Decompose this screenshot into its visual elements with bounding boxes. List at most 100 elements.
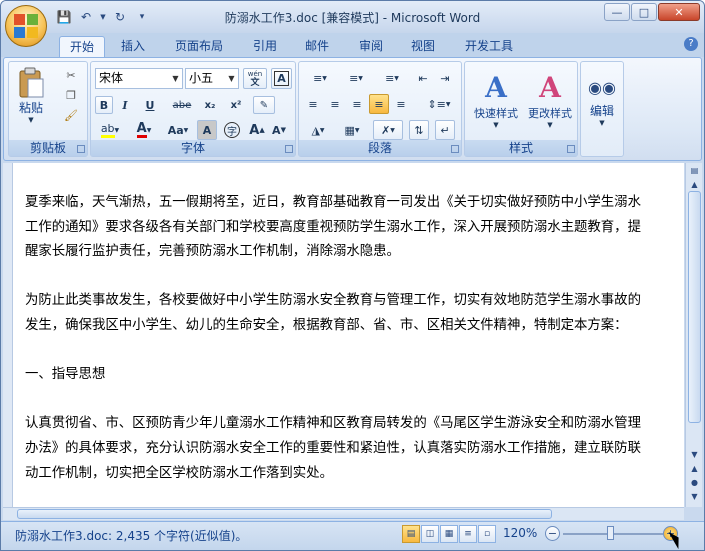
shading-icon[interactable]: ◮ ▼ [303, 120, 333, 140]
line-spacing-icon[interactable]: ⇕≡ ▼ [423, 94, 455, 114]
chevron-down-icon: ▼ [599, 118, 605, 127]
maximize-button[interactable]: □ [631, 3, 657, 21]
multilevel-list-icon[interactable]: ≡ ▼ [375, 68, 409, 88]
editing-label: 编辑 [589, 103, 614, 118]
minimize-button[interactable]: — [604, 3, 630, 21]
ruler-toggle-icon[interactable]: ▤ [688, 165, 701, 177]
clipboard-launcher-icon[interactable] [77, 145, 85, 153]
scroll-thumb[interactable] [688, 191, 701, 423]
status-word-count[interactable]: 防溺水工作3.doc: 2,435 个字符(近似值)。 [15, 527, 247, 544]
draft-icon[interactable]: ▫ [478, 525, 496, 543]
enclose-char-button[interactable]: 字 [221, 120, 243, 140]
font-launcher-icon[interactable] [285, 145, 293, 153]
paragraph-line[interactable]: 工作的通知》要求各级各有关部门和学校要高度重视预防学生溺水工作，深入开展预防溺水… [25, 216, 685, 241]
sort-icon[interactable]: ⇅ [409, 120, 429, 140]
shrink-font-button[interactable]: A ▼ [269, 120, 289, 140]
scroll-down-icon[interactable]: ▼ [688, 449, 701, 461]
paragraph-line[interactable]: 一、指导思想 [25, 363, 685, 388]
close-button[interactable]: ✕ [658, 3, 700, 21]
numbering-icon[interactable]: ≡ ▼ [339, 68, 373, 88]
tab-view[interactable]: 视图 [403, 36, 443, 57]
change-styles-icon: A [539, 71, 561, 104]
font-size-input[interactable]: 小五 ▼ [185, 68, 239, 89]
phonetic-guide-button[interactable]: wén 文 [243, 68, 267, 89]
window-title: 防溺水工作3.doc [兼容模式] - Microsoft Word [224, 11, 481, 25]
clear-format-button[interactable]: ✎ [253, 96, 275, 114]
chevron-down-icon[interactable]: ▼ [225, 69, 238, 88]
borders-icon[interactable]: ▦ ▼ [337, 120, 367, 140]
outline-icon[interactable]: ≡ [459, 525, 477, 543]
char-shading-button[interactable]: A [197, 120, 217, 140]
chinese-layout-icon[interactable]: ✗ ▼ [373, 120, 403, 140]
align-center-icon[interactable]: ≡ [325, 94, 345, 114]
paragraph-line[interactable]: 醒家长履行监护责任，完善预防溺水工作机制，消除溺水隐患。 [25, 240, 685, 265]
change-styles-button[interactable]: A 更改样式 ▼ [523, 64, 577, 136]
paragraph-line[interactable]: 认真贯彻省、市、区预防青少年儿童溺水工作精神和区教育局转发的《马尾区学生游泳安全… [25, 412, 685, 437]
window-controls: — □ ✕ [604, 3, 700, 21]
cut-icon[interactable]: ✂ [61, 66, 81, 84]
tab-references[interactable]: 引用 [245, 36, 285, 57]
char-border-button[interactable]: A [271, 68, 292, 89]
format-painter-icon[interactable]: 🖌 [61, 106, 81, 124]
print-layout-icon[interactable]: ▤ [402, 525, 420, 543]
full-screen-reading-icon[interactable]: ◫ [421, 525, 439, 543]
bold-button[interactable]: B [95, 96, 113, 114]
italic-button[interactable]: I [116, 96, 134, 114]
subscript-button[interactable]: x₂ [199, 96, 221, 114]
paragraph-line[interactable]: 为防止此类事故发生，各校要做好中小学生防溺水安全教育与管理工作，切实有效地防范学… [25, 289, 685, 314]
next-page-icon[interactable]: ▼ [688, 491, 701, 503]
horizontal-scroll-thumb[interactable] [17, 509, 552, 519]
align-right-icon[interactable]: ≡ [347, 94, 367, 114]
chevron-down-icon[interactable]: ▼ [169, 69, 182, 88]
change-case-button[interactable]: Aa ▼ [163, 120, 193, 140]
tab-home[interactable]: 开始 [59, 36, 105, 58]
tab-review[interactable]: 审阅 [351, 36, 391, 57]
paragraph-line[interactable]: 发生，确保我区中小学生、幼儿的生命安全，根据教育部、省、市、区相关文件精神，特制… [25, 314, 685, 339]
styles-group-label: 样式 [465, 140, 577, 156]
strikethrough-button[interactable]: abe [169, 96, 195, 114]
quick-styles-label: 快速样式 [474, 107, 518, 120]
underline-button[interactable]: U [137, 96, 163, 114]
horizontal-scrollbar[interactable] [3, 507, 684, 520]
highlight-color-button[interactable]: ab ▼ [95, 120, 125, 140]
superscript-button[interactable]: x² [225, 96, 247, 114]
tab-mailings[interactable]: 邮件 [297, 36, 337, 57]
justify-icon[interactable]: ≡ [369, 94, 389, 114]
show-marks-icon[interactable]: ↵ [435, 120, 455, 140]
grow-font-button[interactable]: A ▲ [247, 120, 267, 140]
web-layout-icon[interactable]: ▦ [440, 525, 458, 543]
paragraph-launcher-icon[interactable] [451, 145, 459, 153]
scroll-up-icon[interactable]: ▲ [688, 179, 701, 191]
font-name-input[interactable]: 宋体 ▼ [95, 68, 183, 89]
grow-font-label: A [249, 122, 260, 138]
previous-page-icon[interactable]: ▲ [688, 463, 701, 475]
document-text[interactable]: 夏季来临，天气渐热，五一假期将至，近日，教育部基础教育一司发出《关于切实做好预防… [25, 191, 685, 486]
quick-styles-button[interactable]: A 快速样式 ▼ [469, 64, 523, 136]
styles-launcher-icon[interactable] [567, 145, 575, 153]
paragraph-line[interactable] [25, 388, 685, 413]
distributed-icon[interactable]: ≡ [391, 94, 411, 114]
zoom-out-button[interactable]: − [545, 526, 560, 541]
paste-button[interactable]: 粘贴 ▼ [13, 64, 49, 126]
zoom-slider-thumb[interactable] [607, 526, 614, 540]
tab-developer[interactable]: 开发工具 [457, 36, 521, 57]
office-button[interactable] [5, 5, 47, 47]
paragraph-line[interactable] [25, 265, 685, 290]
bullets-icon[interactable]: ≡ ▼ [303, 68, 337, 88]
font-color-button[interactable]: A ▼ [129, 120, 159, 140]
paragraph-line[interactable]: 夏季来临，天气渐热，五一假期将至，近日，教育部基础教育一司发出《关于切实做好预防… [25, 191, 685, 216]
tab-page-layout[interactable]: 页面布局 [167, 36, 231, 57]
editing-button[interactable]: ◉◉ 编辑 ▼ [583, 64, 621, 136]
tab-insert[interactable]: 插入 [113, 36, 153, 57]
decrease-indent-icon[interactable]: ⇤ [413, 68, 433, 88]
vertical-scrollbar[interactable]: ▤ ▲ ▼ ▲ ● ▼ [685, 163, 702, 507]
align-left-icon[interactable]: ≡ [303, 94, 323, 114]
paragraph-line[interactable] [25, 339, 685, 364]
zoom-level[interactable]: 120% [503, 526, 537, 540]
increase-indent-icon[interactable]: ⇥ [435, 68, 455, 88]
browse-object-icon[interactable]: ● [688, 477, 701, 489]
paragraph-line[interactable]: 办法》的具体要求，充分认识防溺水安全工作的重要性和紧迫性，认真落实防溺水工作措施… [25, 437, 685, 462]
paragraph-line[interactable]: 动工作机制，切实把全区学校防溺水工作落到实处。 [25, 462, 685, 487]
help-icon[interactable]: ? [684, 37, 698, 51]
copy-icon[interactable]: ❐ [61, 86, 81, 104]
